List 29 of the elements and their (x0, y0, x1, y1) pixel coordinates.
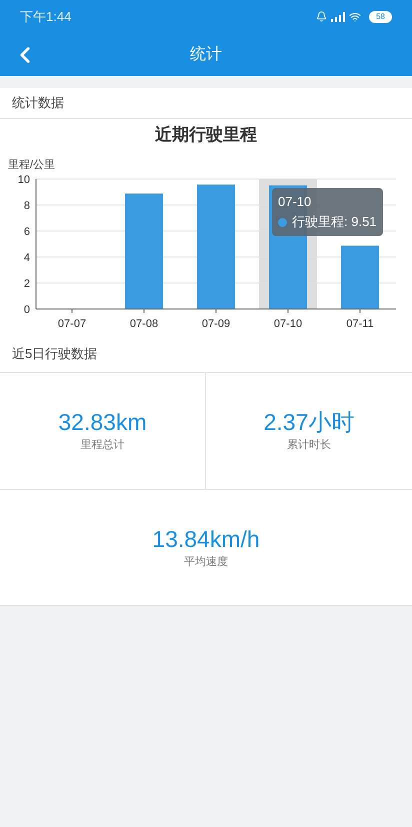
bell-icon (316, 11, 328, 22)
tick-label: 6 (24, 226, 30, 238)
page-title: 统计 (190, 44, 222, 64)
tick-label: 07-10 (274, 318, 302, 330)
tick-label: 07-11 (346, 318, 374, 330)
stat-label: 里程总计 (80, 438, 124, 454)
tick-label: 10 (18, 174, 30, 186)
tick-label: 8 (24, 200, 30, 212)
tick-label: 07-09 (202, 318, 230, 330)
battery-icon: 58 (369, 10, 392, 22)
tick-label: 07-07 (58, 318, 86, 330)
stat-value: 32.83km (58, 408, 147, 438)
chart-title: 近期行驶里程 (155, 125, 257, 144)
subsection-title: 近5日行驶数据 (12, 346, 98, 361)
stat-label: 平均速度 (184, 554, 228, 570)
tick-label: 4 (24, 252, 30, 264)
tick-label: 07-08 (130, 318, 158, 330)
stat-value: 13.84km/h (152, 524, 260, 554)
tooltip-title: 07-10 (278, 193, 312, 211)
wifi-icon (349, 10, 362, 22)
stat-label: 累计时长 (287, 438, 331, 454)
section-title: 统计数据 (12, 94, 64, 112)
status-time: 下午1:44 (20, 8, 72, 26)
tick-label: 0 (24, 304, 30, 316)
tooltip-value: 行驶里程: 9.51 (292, 213, 377, 231)
signal-icon (331, 12, 346, 22)
stat-value: 2.37小时 (264, 408, 354, 438)
axis-title: 里程/公里 (8, 159, 56, 171)
tick-label: 2 (24, 278, 30, 290)
